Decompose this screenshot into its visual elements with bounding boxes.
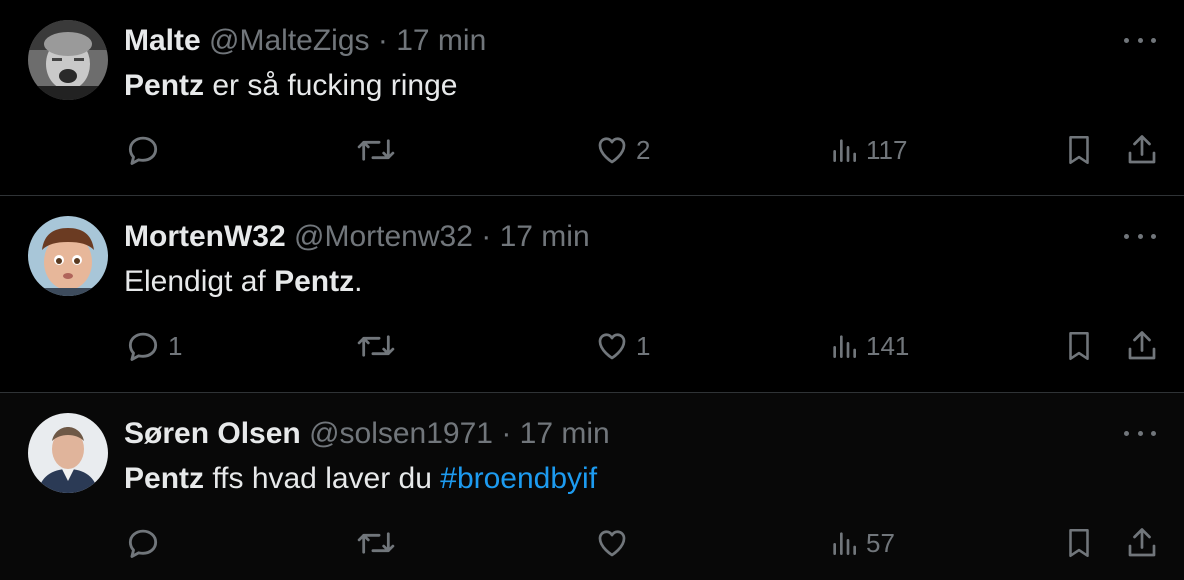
avatar[interactable] <box>28 20 108 100</box>
avatar[interactable] <box>28 216 108 296</box>
share-icon <box>1128 135 1156 164</box>
views-icon <box>833 139 856 162</box>
retweet-icon <box>357 139 395 161</box>
share-icon <box>1128 528 1156 557</box>
author-handle[interactable]: @MalteZigs <box>209 24 370 57</box>
tweet[interactable]: MortenW32 @Mortenw32 · 17 min Elendigt a… <box>0 196 1184 393</box>
retweet-button[interactable] <box>356 521 402 565</box>
like-icon <box>598 137 626 164</box>
reply-icon <box>128 529 158 558</box>
reply-button[interactable] <box>124 128 168 172</box>
reply-count: 1 <box>168 330 183 361</box>
tweet-text-rest: er så fucking ringe <box>204 69 458 102</box>
tweet-text: Elendigt af Pentz. <box>124 262 362 302</box>
tweet-header: Søren Olsen @solsen1971 · 17 min <box>124 415 610 453</box>
more-icon[interactable] <box>1124 226 1156 246</box>
tweet-actions: 1 1 141 <box>124 324 1164 368</box>
mention-text: Pentz <box>124 462 205 495</box>
tweet-text: Pentz ffs hvad laver du #broendbyif <box>124 459 597 499</box>
retweet-button[interactable] <box>356 128 402 172</box>
views-icon <box>833 532 856 555</box>
retweet-button[interactable] <box>356 324 402 368</box>
author-name[interactable]: Malte <box>124 24 201 57</box>
reply-icon <box>128 136 158 165</box>
views-button[interactable]: 117 <box>828 128 907 172</box>
views-icon <box>833 335 856 358</box>
reply-button[interactable] <box>124 521 168 565</box>
share-icon <box>1128 331 1156 360</box>
hashtag-link[interactable]: #broendbyif <box>440 462 597 495</box>
tweet[interactable]: Søren Olsen @solsen1971 · 17 min Pentz f… <box>0 393 1184 580</box>
separator: · <box>501 417 512 450</box>
like-button[interactable]: 1 <box>594 324 650 368</box>
retweet-icon <box>357 335 395 357</box>
views-button[interactable]: 57 <box>828 521 895 565</box>
bookmark-button[interactable] <box>1062 324 1096 368</box>
bookmark-button[interactable] <box>1062 128 1096 172</box>
tweet-actions: 57 <box>124 521 1164 565</box>
reply-button[interactable]: 1 <box>124 324 182 368</box>
view-count: 117 <box>866 134 908 165</box>
mention-text: Pentz <box>124 69 205 102</box>
like-button[interactable]: 2 <box>594 128 650 172</box>
tweet-text-post: . <box>354 265 363 298</box>
like-button[interactable] <box>594 521 636 565</box>
separator: · <box>481 220 492 253</box>
views-button[interactable]: 141 <box>828 324 909 368</box>
tweet-actions: 2 117 <box>124 128 1164 172</box>
bookmark-icon <box>1069 528 1089 558</box>
author-name[interactable]: MortenW32 <box>124 220 286 253</box>
timeline-feed: Malte @MalteZigs · 17 min Pentz er så fu… <box>0 0 1184 580</box>
more-icon[interactable] <box>1124 423 1156 443</box>
retweet-icon <box>357 532 395 554</box>
timestamp[interactable]: 17 min <box>396 24 486 57</box>
avatar[interactable] <box>28 413 108 493</box>
timestamp[interactable]: 17 min <box>520 417 610 450</box>
tweet-header: MortenW32 @Mortenw32 · 17 min <box>124 218 590 256</box>
author-handle[interactable]: @Mortenw32 <box>294 220 473 253</box>
view-count: 57 <box>866 527 895 558</box>
share-button[interactable] <box>1124 324 1160 368</box>
more-icon[interactable] <box>1124 30 1156 50</box>
like-count: 1 <box>636 330 651 361</box>
tweet-text-rest: ffs hvad laver du <box>204 462 441 495</box>
reply-icon <box>128 332 158 361</box>
tweet-text: Pentz er så fucking ringe <box>124 66 457 106</box>
bookmark-icon <box>1069 331 1089 361</box>
share-button[interactable] <box>1124 128 1160 172</box>
tweet-header: Malte @MalteZigs · 17 min <box>124 22 486 60</box>
like-icon <box>598 530 626 557</box>
bookmark-icon <box>1069 135 1089 165</box>
share-button[interactable] <box>1124 521 1160 565</box>
tweet[interactable]: Malte @MalteZigs · 17 min Pentz er så fu… <box>0 0 1184 196</box>
view-count: 141 <box>866 330 910 361</box>
timestamp[interactable]: 17 min <box>500 220 590 253</box>
bookmark-button[interactable] <box>1062 521 1096 565</box>
separator: · <box>377 24 388 57</box>
like-icon <box>598 333 626 360</box>
tweet-text-pre: Elendigt af <box>124 265 275 298</box>
author-name[interactable]: Søren Olsen <box>124 417 301 450</box>
author-handle[interactable]: @solsen1971 <box>309 417 493 450</box>
mention-text: Pentz <box>274 265 355 298</box>
like-count: 2 <box>636 134 651 165</box>
